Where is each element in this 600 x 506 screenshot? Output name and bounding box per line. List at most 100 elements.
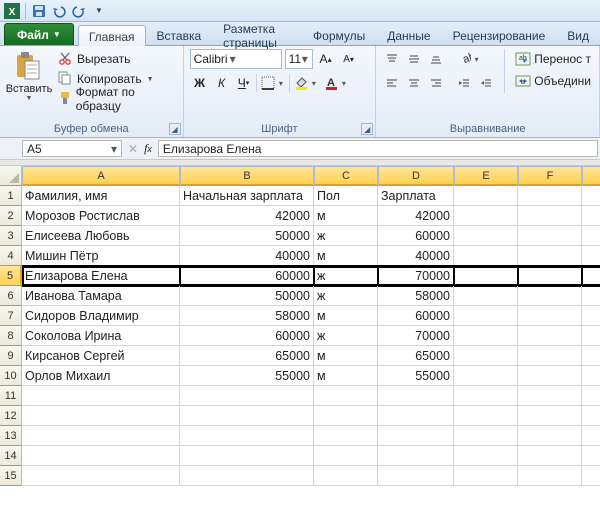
cell[interactable] bbox=[22, 466, 180, 486]
col-header-D[interactable]: D bbox=[378, 166, 454, 186]
cell[interactable]: 58000 bbox=[378, 286, 454, 306]
cell[interactable] bbox=[518, 286, 582, 306]
cell[interactable] bbox=[454, 306, 518, 326]
cell[interactable]: Начальная зарплата bbox=[180, 186, 314, 206]
merge-center-button[interactable]: a Объедини bbox=[513, 71, 593, 91]
cell[interactable]: Соколова Ирина bbox=[22, 326, 180, 346]
cell[interactable] bbox=[454, 346, 518, 366]
cell[interactable] bbox=[180, 426, 314, 446]
cell[interactable] bbox=[314, 446, 378, 466]
bold-button[interactable]: Ж bbox=[190, 73, 210, 93]
row-header[interactable]: 5 bbox=[0, 266, 22, 286]
cell[interactable] bbox=[582, 206, 600, 226]
cell[interactable] bbox=[454, 386, 518, 406]
cell[interactable] bbox=[454, 446, 518, 466]
cell[interactable] bbox=[454, 206, 518, 226]
cell[interactable]: ж bbox=[314, 326, 378, 346]
cell[interactable]: 50000 bbox=[180, 226, 314, 246]
cancel-formula-icon[interactable]: ✕ bbox=[128, 142, 138, 156]
row-header[interactable]: 15 bbox=[0, 466, 22, 486]
col-header-C[interactable]: C bbox=[314, 166, 378, 186]
tab-data[interactable]: Данные bbox=[376, 24, 441, 45]
cell[interactable] bbox=[582, 306, 600, 326]
cell[interactable]: 42000 bbox=[180, 206, 314, 226]
cell[interactable] bbox=[518, 306, 582, 326]
cell[interactable] bbox=[378, 446, 454, 466]
cell[interactable]: м bbox=[314, 346, 378, 366]
cell[interactable] bbox=[582, 326, 600, 346]
align-middle-button[interactable] bbox=[404, 49, 424, 69]
tab-page-layout[interactable]: Разметка страницы bbox=[212, 24, 302, 45]
row-header[interactable]: 14 bbox=[0, 446, 22, 466]
cell[interactable]: 40000 bbox=[180, 246, 314, 266]
cell[interactable] bbox=[518, 366, 582, 386]
font-launcher-icon[interactable]: ◢ bbox=[361, 123, 373, 135]
undo-icon[interactable] bbox=[51, 3, 67, 19]
cell[interactable] bbox=[454, 246, 518, 266]
cell[interactable]: м bbox=[314, 306, 378, 326]
formula-bar[interactable]: Елизарова Елена bbox=[158, 140, 598, 157]
cell[interactable] bbox=[378, 406, 454, 426]
cell[interactable]: Мишин Пётр bbox=[22, 246, 180, 266]
orientation-button[interactable]: ab▾ bbox=[454, 49, 482, 69]
tab-home[interactable]: Главная bbox=[78, 25, 146, 46]
cell[interactable] bbox=[454, 186, 518, 206]
cell[interactable] bbox=[180, 446, 314, 466]
save-icon[interactable] bbox=[31, 3, 47, 19]
cell[interactable] bbox=[582, 446, 600, 466]
cell[interactable] bbox=[518, 186, 582, 206]
cell[interactable]: 50000 bbox=[180, 286, 314, 306]
cell[interactable] bbox=[518, 406, 582, 426]
cell[interactable] bbox=[518, 246, 582, 266]
tab-view[interactable]: Вид bbox=[556, 24, 600, 45]
cell[interactable]: 55000 bbox=[180, 366, 314, 386]
increase-indent-button[interactable] bbox=[476, 73, 496, 93]
cell[interactable] bbox=[378, 466, 454, 486]
cell[interactable] bbox=[582, 246, 600, 266]
file-tab[interactable]: Файл▼ bbox=[4, 23, 74, 45]
cell[interactable] bbox=[454, 286, 518, 306]
cell[interactable]: м bbox=[314, 246, 378, 266]
cell[interactable]: 70000 bbox=[378, 266, 454, 286]
cell[interactable] bbox=[518, 386, 582, 406]
col-header-B[interactable]: B bbox=[180, 166, 314, 186]
row-header[interactable]: 4 bbox=[0, 246, 22, 266]
cell[interactable] bbox=[180, 466, 314, 486]
cell[interactable] bbox=[454, 266, 518, 286]
cell[interactable]: ж bbox=[314, 266, 378, 286]
grow-font-button[interactable]: A▴ bbox=[316, 49, 336, 69]
cell[interactable] bbox=[582, 226, 600, 246]
cell[interactable] bbox=[180, 386, 314, 406]
spreadsheet-grid[interactable]: A B C D E F 1Фамилия, имяНачальная зарпл… bbox=[0, 166, 600, 486]
cell[interactable]: 70000 bbox=[378, 326, 454, 346]
cell[interactable] bbox=[582, 386, 600, 406]
row-header[interactable]: 9 bbox=[0, 346, 22, 366]
cell[interactable]: Пол bbox=[314, 186, 378, 206]
format-painter-button[interactable]: Формат по образцу bbox=[56, 89, 177, 109]
cell[interactable] bbox=[582, 346, 600, 366]
cell[interactable] bbox=[518, 426, 582, 446]
cell[interactable] bbox=[314, 406, 378, 426]
font-size-select[interactable]: 11▾ bbox=[285, 49, 313, 69]
cell[interactable]: 58000 bbox=[180, 306, 314, 326]
paste-button[interactable]: Вставить ▼ bbox=[6, 49, 52, 102]
font-name-select[interactable]: Calibri▾ bbox=[190, 49, 282, 69]
clipboard-launcher-icon[interactable]: ◢ bbox=[169, 123, 181, 135]
fx-icon[interactable]: fx bbox=[144, 141, 152, 156]
cell[interactable]: Елизарова Елена bbox=[22, 266, 180, 286]
cell[interactable] bbox=[378, 386, 454, 406]
cell[interactable]: 40000 bbox=[378, 246, 454, 266]
cell[interactable] bbox=[314, 386, 378, 406]
cell[interactable] bbox=[22, 426, 180, 446]
col-header-E[interactable]: E bbox=[454, 166, 518, 186]
cell[interactable]: Иванова Тамара bbox=[22, 286, 180, 306]
cell[interactable] bbox=[454, 466, 518, 486]
cell[interactable] bbox=[582, 466, 600, 486]
qat-dropdown-icon[interactable]: ▼ bbox=[91, 3, 107, 19]
cell[interactable]: м bbox=[314, 366, 378, 386]
cell[interactable]: 65000 bbox=[180, 346, 314, 366]
cell[interactable] bbox=[454, 426, 518, 446]
cell[interactable]: Елисеева Любовь bbox=[22, 226, 180, 246]
cell[interactable] bbox=[518, 266, 582, 286]
col-header-F[interactable]: F bbox=[518, 166, 582, 186]
